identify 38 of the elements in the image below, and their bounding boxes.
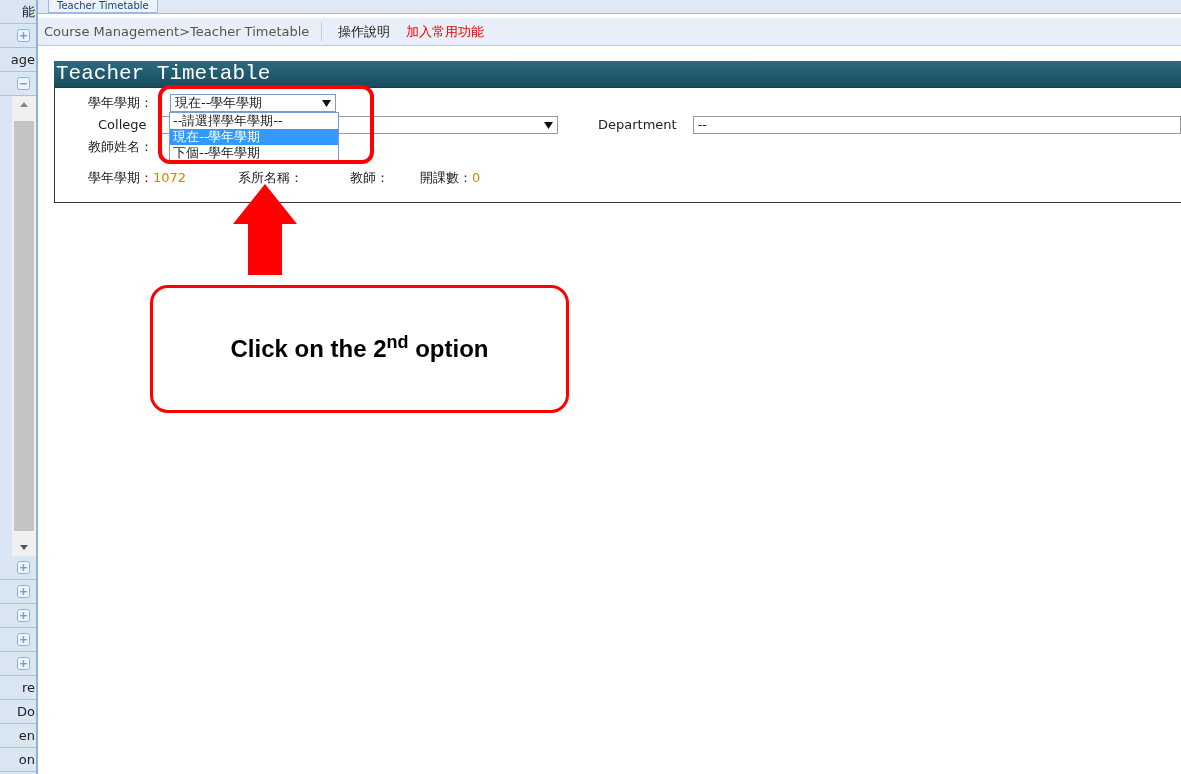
sidebar-item[interactable]: Do [0, 700, 36, 724]
term-select[interactable]: 現在--學年學期 [170, 94, 336, 112]
field-label: Department [598, 116, 677, 135]
summary-label: 系所名稱： [238, 169, 304, 188]
help-link[interactable]: 操作說明 [338, 21, 391, 42]
expand-icon[interactable] [17, 609, 30, 622]
sidebar-item[interactable]: on [0, 748, 36, 772]
field-label: 學年學期： [88, 94, 154, 113]
summary-label: 學年學期： [88, 169, 153, 188]
field-label: College [98, 116, 147, 135]
expand-icon[interactable] [17, 561, 30, 574]
summary-value: 0 [472, 169, 481, 188]
breadcrumb: Course Management>Teacher Timetable [44, 21, 323, 42]
summary-label: 開課數： [420, 169, 473, 188]
caret-icon [322, 99, 331, 107]
callout-text: Click on the 2$^{nd}$ option [230, 331, 489, 364]
expand-icon[interactable] [17, 29, 30, 42]
sidebar-item[interactable]: age [0, 48, 36, 72]
expand-icon[interactable] [17, 585, 30, 598]
expand-icon[interactable] [17, 657, 30, 670]
scroll-up-icon[interactable] [20, 102, 28, 107]
expand-icon[interactable] [17, 633, 30, 646]
add-favorite-link[interactable]: 加入常用功能 [406, 21, 485, 42]
caret-icon [544, 121, 553, 129]
scroll-down-icon[interactable] [20, 545, 28, 550]
collapse-icon[interactable] [17, 77, 30, 90]
summary-label: 教師： [350, 169, 390, 188]
summary-value: 1072 [153, 169, 187, 188]
sidebar-item[interactable]: en [0, 724, 36, 748]
panel-title: Teacher Timetable [54, 61, 1181, 87]
scrollbar[interactable] [12, 96, 36, 556]
dropdown-option[interactable]: --請選擇學年學期-- [170, 113, 338, 129]
page-tab[interactable]: Teacher Timetable [48, 0, 158, 13]
sidebar-item[interactable]: 能 [0, 0, 36, 24]
field-label: 教師姓名： [88, 138, 153, 157]
dropdown-option[interactable]: 下個--學年學期 [170, 145, 338, 161]
department-field[interactable]: -- [692, 116, 1181, 134]
sidebar-item[interactable]: re [0, 676, 36, 700]
